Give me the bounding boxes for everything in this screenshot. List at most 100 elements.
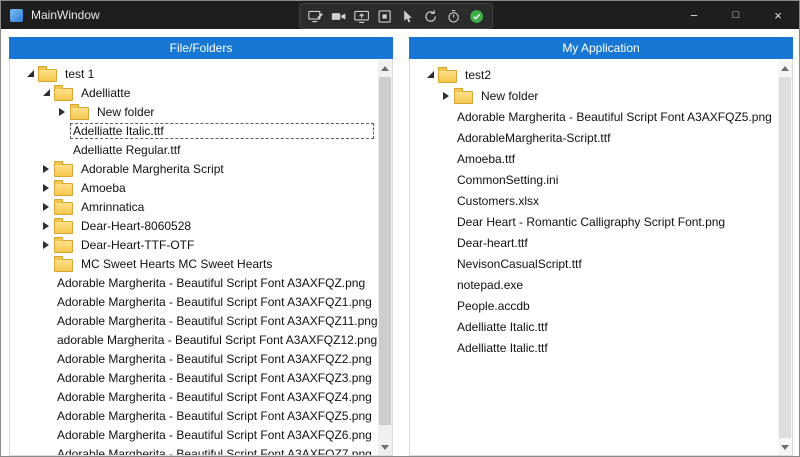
scrollbar-thumb[interactable] [379,77,391,425]
collapse-icon[interactable] [424,69,436,81]
tree-item[interactable]: Dear-heart.ttf [410,232,792,253]
tree-item[interactable]: Adorable Margherita - Beautiful Script F… [10,444,392,456]
tree-item[interactable]: Dear Heart - Romantic Calligraphy Script… [410,211,792,232]
folder-icon [54,221,73,234]
tree-item[interactable]: Adelliatte Italic.ttf [10,121,392,140]
expand-icon[interactable] [56,106,68,118]
application-panel-title: My Application [562,41,639,55]
restart-icon[interactable] [420,6,441,27]
tree-item-label: test 1 [62,66,97,82]
tree-item-label: Dear-Heart-8060528 [78,218,194,234]
cursor-select-icon[interactable] [397,6,418,27]
collapse-icon[interactable] [24,68,36,80]
tree-item[interactable]: Adorable Margherita - Beautiful Script F… [10,292,392,311]
tree-item[interactable]: Adorable Margherita - Beautiful Script F… [10,349,392,368]
vertical-scrollbar[interactable] [378,60,392,455]
expander-spacer [440,237,452,249]
tree-item-label: Adorable Margherita - Beautiful Script F… [54,408,375,424]
done-icon[interactable] [466,6,487,27]
scroll-down-icon[interactable] [778,439,792,455]
vertical-scrollbar[interactable] [778,60,792,455]
expander-spacer [56,125,68,137]
expander-spacer [440,342,452,354]
tree-item-label: Adelliatte Regular.ttf [70,142,183,158]
screen-draw-icon[interactable] [305,6,326,27]
expand-icon[interactable] [40,163,52,175]
tree-item-label: Adorable Margherita - Beautiful Script F… [54,370,375,386]
expander-spacer [40,372,52,384]
expander-spacer [40,334,52,346]
stop-frame-icon[interactable] [374,6,395,27]
expander-spacer [40,391,52,403]
expand-icon[interactable] [440,90,452,102]
tree-item[interactable]: notepad.exe [410,274,792,295]
scroll-up-icon[interactable] [378,60,392,76]
tree-item[interactable]: Adorable Margherita - Beautiful Script F… [10,406,392,425]
scroll-up-icon[interactable] [778,60,792,76]
tree-item[interactable]: Customers.xlsx [410,190,792,211]
expander-spacer [40,296,52,308]
tree-item[interactable]: Amoeba [10,178,392,197]
tree-item[interactable]: Dear-Heart-8060528 [10,216,392,235]
folder-icon [54,240,73,253]
tree-item[interactable]: test2 [410,64,792,85]
expander-spacer [440,174,452,186]
tree-item[interactable]: Adorable Margherita - Beautiful Script F… [10,368,392,387]
main-window: MainWindow − □ × File/Folders test 1Adel… [0,0,800,457]
expand-icon[interactable] [40,201,52,213]
tree-item-label: Adorable Margherita - Beautiful Script F… [54,446,375,457]
tree-item[interactable]: test 1 [10,64,392,83]
tree-item[interactable]: Adorable Margherita - Beautiful Script F… [410,106,792,127]
files-panel-title: File/Folders [170,41,233,55]
maximize-button[interactable]: □ [715,1,757,29]
tree-item[interactable]: Adorable Margherita - Beautiful Script F… [10,387,392,406]
expander-spacer [40,410,52,422]
tree-item[interactable]: Adorable Margherita - Beautiful Script F… [10,425,392,444]
screen-share-icon[interactable] [351,6,372,27]
tree-item-label: AdorableMargherita-Script.ttf [454,130,613,146]
expander-spacer [440,216,452,228]
tree-item[interactable]: Adelliatte Regular.ttf [10,140,392,159]
tree-item-label: Amoeba [78,180,129,196]
timer-icon[interactable] [443,6,464,27]
tree-item[interactable]: Amrinnatica [10,197,392,216]
folder-icon [54,259,73,272]
tree-item[interactable]: People.accdb [410,295,792,316]
tree-item[interactable]: AdorableMargherita-Script.ttf [410,127,792,148]
tree-item-label: Amoeba.ttf [454,151,518,167]
tree-item[interactable]: Amoeba.ttf [410,148,792,169]
tree-item[interactable]: New folder [10,102,392,121]
tree-item[interactable]: Adorable Margherita Script [10,159,392,178]
tree-item[interactable]: Dear-Heart-TTF-OTF [10,235,392,254]
tree-item-label: Adorable Margherita - Beautiful Script F… [54,389,375,405]
capture-toolbar [299,3,493,29]
tree-item-label: Customers.xlsx [454,193,542,209]
tree-item[interactable]: NevisonCasualScript.ttf [410,253,792,274]
tree-item[interactable]: Adelliatte Italic.ttf [410,337,792,358]
close-button[interactable]: × [757,1,799,29]
scroll-down-icon[interactable] [378,439,392,455]
expander-spacer [56,144,68,156]
expander-spacer [440,258,452,270]
collapse-icon[interactable] [40,87,52,99]
expand-icon[interactable] [40,182,52,194]
tree-item[interactable]: New folder [410,85,792,106]
folder-icon [54,202,73,215]
tree-item[interactable]: CommonSetting.ini [410,169,792,190]
scrollbar-thumb[interactable] [779,77,791,438]
tree-item[interactable]: adorable Margherita - Beautiful Script F… [10,330,392,349]
tree-item[interactable]: MC Sweet Hearts MC Sweet Hearts [10,254,392,273]
title-bar: MainWindow − □ × [1,1,799,29]
video-camera-icon[interactable] [328,6,349,27]
expander-spacer [40,429,52,441]
tree-item[interactable]: Adorable Margherita - Beautiful Script F… [10,311,392,330]
expander-spacer [40,448,52,457]
tree-item[interactable]: Adelliatte [10,83,392,102]
expand-icon[interactable] [40,239,52,251]
tree-item[interactable]: Adelliatte Italic.ttf [410,316,792,337]
tree-item[interactable]: Adorable Margherita - Beautiful Script F… [10,273,392,292]
minimize-button[interactable]: − [673,1,715,29]
expander-spacer [40,277,52,289]
tree-item-label: Adorable Margherita - Beautiful Script F… [54,275,368,291]
expand-icon[interactable] [40,220,52,232]
